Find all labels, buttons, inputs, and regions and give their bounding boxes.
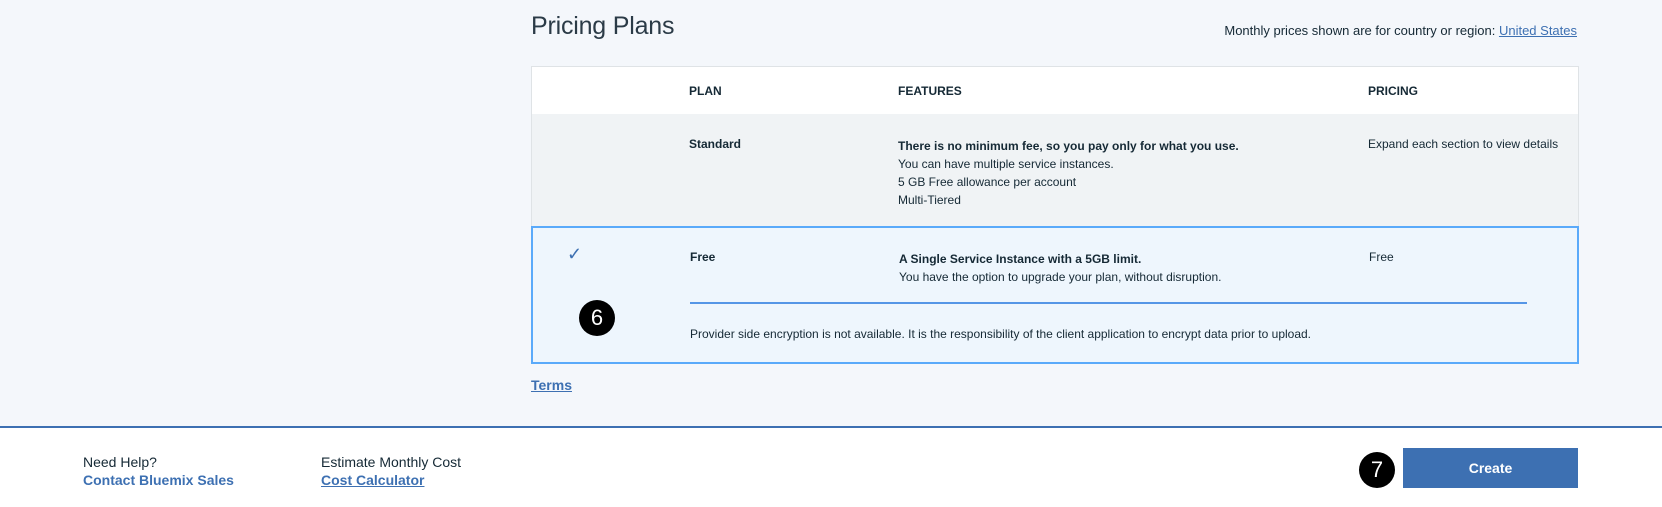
feature-item: Multi-Tiered [898, 193, 961, 207]
region-note: Monthly prices shown are for country or … [1224, 23, 1577, 38]
step-marker-7: 7 [1359, 452, 1395, 488]
plan-pricing: Expand each section to view details [1368, 137, 1559, 151]
plan-features: There is no minimum fee, so you pay only… [898, 137, 1239, 209]
feature-item: 5 GB Free allowance per account [898, 175, 1077, 189]
step-marker-6: 6 [579, 300, 615, 336]
feature-headline: A Single Service Instance with a 5GB lim… [899, 252, 1142, 266]
plan-name: Free [690, 250, 716, 264]
page-title: Pricing Plans [531, 12, 675, 40]
help-section: Need Help? Contact Bluemix Sales [83, 453, 234, 489]
terms-link[interactable]: Terms [531, 377, 572, 393]
feature-item: You can have multiple service instances. [898, 157, 1114, 171]
checkmark-icon: ✓ [567, 244, 583, 264]
feature-item: You have the option to upgrade your plan… [899, 270, 1222, 284]
plan-name: Standard [689, 137, 742, 151]
region-prefix: Monthly prices shown are for country or … [1224, 23, 1496, 38]
header-pricing: PRICING [1368, 84, 1419, 98]
plan-row-standard[interactable]: Standard There is no minimum fee, so you… [532, 114, 1578, 226]
create-button[interactable]: Create [1403, 448, 1578, 488]
table-header: PLAN FEATURES PRICING [532, 67, 1578, 114]
header-features: FEATURES [898, 84, 962, 98]
plan-pricing: Free [1369, 250, 1394, 264]
header-plan: PLAN [689, 84, 722, 98]
cost-calculator-link[interactable]: Cost Calculator [321, 471, 461, 489]
estimate-section: Estimate Monthly Cost Cost Calculator [321, 453, 461, 489]
feature-headline: There is no minimum fee, so you pay only… [898, 139, 1239, 153]
help-label: Need Help? [83, 454, 157, 470]
plan-row-free[interactable]: ✓ Free A Single Service Instance with a … [531, 226, 1579, 364]
page: Pricing Plans Monthly prices shown are f… [0, 0, 1662, 507]
plan-features: A Single Service Instance with a 5GB lim… [899, 250, 1221, 286]
divider [690, 302, 1527, 304]
region-link[interactable]: United States [1499, 23, 1577, 38]
plans-table: PLAN FEATURES PRICING Standard There is … [531, 66, 1579, 364]
plan-note: Provider side encryption is not availabl… [690, 327, 1312, 341]
estimate-label: Estimate Monthly Cost [321, 454, 462, 470]
contact-sales-link[interactable]: Contact Bluemix Sales [83, 471, 234, 489]
footer: Need Help? Contact Bluemix Sales Estimat… [0, 426, 1662, 507]
